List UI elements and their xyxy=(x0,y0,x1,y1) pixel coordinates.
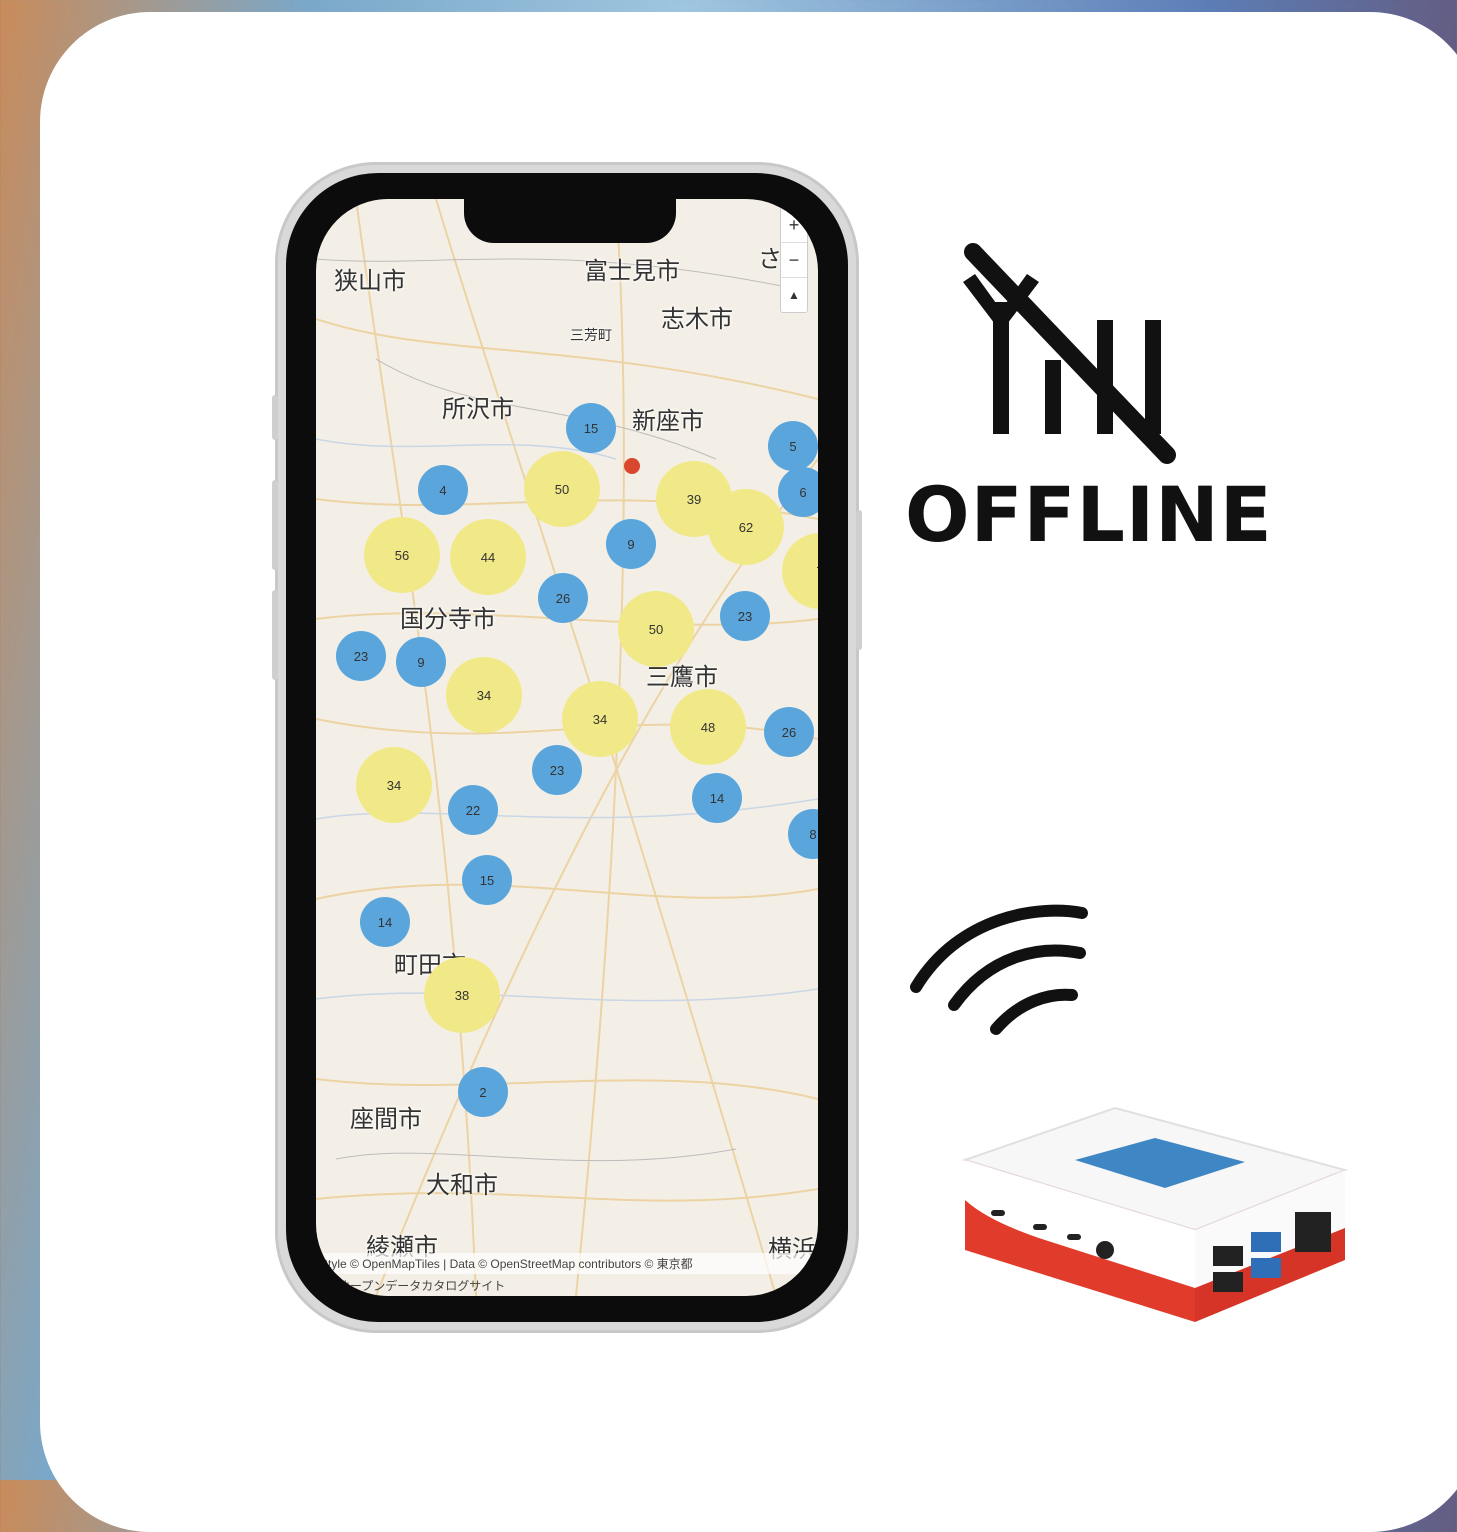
cluster-marker[interactable]: 23 xyxy=(720,591,770,641)
cluster-marker[interactable]: 9 xyxy=(606,519,656,569)
place-label: 狭山市 xyxy=(334,267,406,295)
smartphone: + − ▲ 狭山市 富士見市 志木市 三芳町 所沢市 新座市 国分寺市 三鷹市 … xyxy=(272,165,862,1330)
cluster-marker[interactable]: 5 xyxy=(768,421,818,471)
map-attribution-source[interactable]: オープンデータカタログサイト xyxy=(338,1277,505,1294)
place-label: 所沢市 xyxy=(442,395,514,423)
reset-bearing-button[interactable]: ▲ xyxy=(781,278,807,312)
map-screen[interactable]: + − ▲ 狭山市 富士見市 志木市 三芳町 所沢市 新座市 国分寺市 三鷹市 … xyxy=(316,199,818,1296)
raspberry-pi-box xyxy=(961,1106,1349,1322)
no-signal-icon xyxy=(963,243,1176,464)
cluster-marker[interactable]: 44 xyxy=(450,519,526,595)
cluster-marker[interactable]: 34 xyxy=(562,681,638,757)
map-attribution[interactable]: Style © OpenMapTiles | Data © OpenStreet… xyxy=(316,1253,818,1274)
place-label: 三芳町 xyxy=(570,328,612,344)
cluster-marker[interactable]: 56 xyxy=(364,517,440,593)
cluster-marker[interactable]: 50 xyxy=(524,451,600,527)
cluster-marker[interactable]: 34 xyxy=(446,657,522,733)
cluster-marker[interactable]: 48 xyxy=(670,689,746,765)
place-label: 座間市 xyxy=(350,1105,422,1133)
wifi-icon xyxy=(910,904,1088,1035)
phone-bezel: + − ▲ 狭山市 富士見市 志木市 三芳町 所沢市 新座市 国分寺市 三鷹市 … xyxy=(286,173,848,1322)
volume-down-button xyxy=(272,590,278,680)
cluster-marker[interactable]: 23 xyxy=(336,631,386,681)
cluster-marker[interactable]: 62 xyxy=(708,489,784,565)
mute-switch xyxy=(272,395,278,440)
cluster-marker[interactable]: 14 xyxy=(360,897,410,947)
place-label: 国分寺市 xyxy=(400,605,496,633)
map-zoom-control: + − ▲ xyxy=(780,207,808,313)
place-label: 新座市 xyxy=(632,407,704,435)
place-label: 志木市 xyxy=(661,305,733,333)
place-label: 大和市 xyxy=(426,1171,498,1199)
power-button xyxy=(856,510,862,650)
place-label: 富士見市 xyxy=(584,257,680,285)
cluster-marker[interactable]: 15 xyxy=(566,403,616,453)
cluster-marker[interactable]: 26 xyxy=(538,573,588,623)
zoom-out-button[interactable]: − xyxy=(781,243,807,278)
cluster-marker[interactable]: 22 xyxy=(448,785,498,835)
cluster-marker[interactable]: 38 xyxy=(424,957,500,1033)
volume-up-button xyxy=(272,480,278,570)
offline-label: OFFLINE xyxy=(905,470,1273,559)
current-location-marker[interactable] xyxy=(624,458,640,474)
cluster-marker[interactable]: 2 xyxy=(458,1067,508,1117)
cluster-marker[interactable]: 23 xyxy=(532,745,582,795)
zoom-in-button[interactable]: + xyxy=(781,208,807,243)
place-label: さ xyxy=(758,245,782,273)
cluster-marker[interactable]: 15 xyxy=(462,855,512,905)
cluster-marker[interactable]: 14 xyxy=(692,773,742,823)
cluster-marker[interactable]: 26 xyxy=(764,707,814,757)
cluster-marker[interactable]: 34 xyxy=(356,747,432,823)
cluster-marker[interactable]: 4 xyxy=(418,465,468,515)
cluster-marker[interactable]: 9 xyxy=(396,637,446,687)
cluster-marker[interactable]: 50 xyxy=(618,591,694,667)
phone-notch xyxy=(464,199,676,243)
